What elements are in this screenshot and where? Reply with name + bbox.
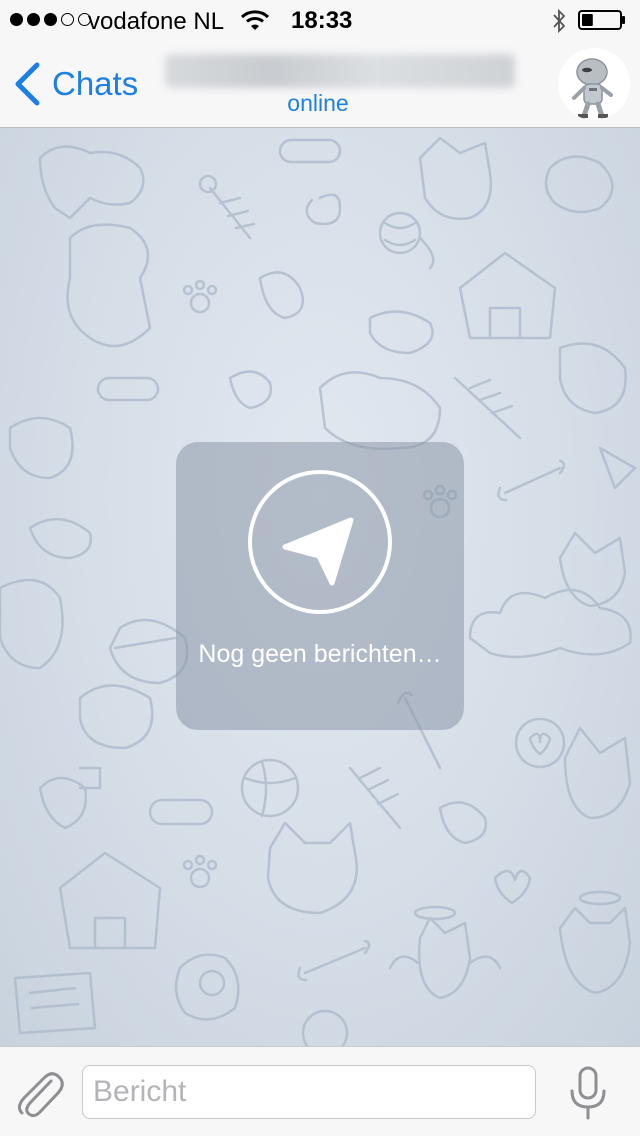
chat-status: online [287, 90, 349, 116]
chat-title-redacted[interactable] [165, 54, 515, 88]
status-time: 18:33 [291, 7, 353, 34]
message-composer [0, 1046, 640, 1136]
chat-area: Nog geen berichten… [0, 128, 640, 1046]
signal-dot [44, 13, 57, 26]
chevron-left-icon [15, 62, 40, 106]
empty-chat-placeholder: Nog geen berichten… [176, 442, 464, 730]
status-bar: vodafone NL 18:33 [0, 0, 640, 40]
signal-strength-icon [10, 13, 91, 26]
message-input[interactable] [82, 1065, 536, 1119]
paper-plane-icon [282, 517, 354, 586]
empty-chat-message: Nog geen berichten… [198, 640, 442, 668]
wifi-icon [240, 10, 270, 30]
empty-chat-icon-circle [248, 470, 392, 614]
back-button[interactable]: Chats [14, 60, 138, 108]
bluetooth-icon [553, 8, 566, 34]
robot-avatar-icon [558, 48, 630, 120]
microphone-icon[interactable] [566, 1065, 610, 1121]
battery-icon [578, 10, 625, 30]
avatar[interactable] [558, 48, 630, 120]
back-button-label: Chats [52, 65, 139, 102]
signal-dot [61, 13, 74, 26]
paperclip-icon[interactable] [14, 1065, 64, 1119]
carrier-name: vodafone NL [88, 8, 225, 35]
navigation-bar: Chats online [0, 40, 640, 128]
signal-dot [10, 13, 23, 26]
signal-dot [27, 13, 40, 26]
